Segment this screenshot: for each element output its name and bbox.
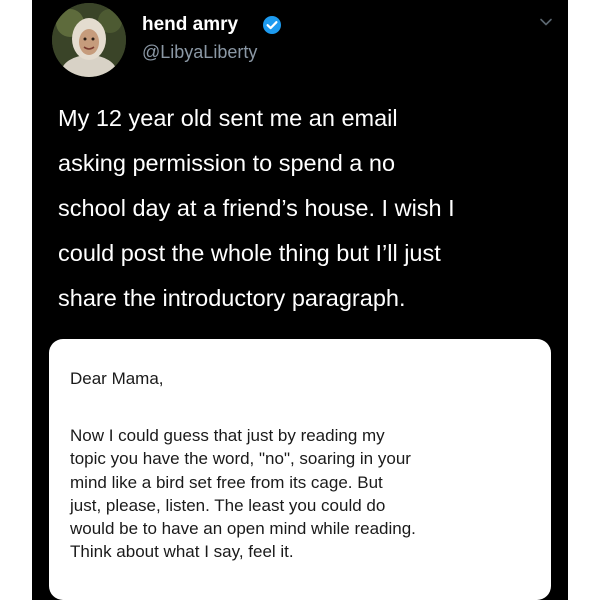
tweet-text-line: school day at a friend’s house. I wish I [58,195,455,221]
email-body-line: Think about what I say, feel it. [70,542,294,562]
avatar[interactable] [52,3,126,77]
attached-email-image[interactable]: Dear Mama, Now I could guess that just b… [49,339,551,600]
verified-badge-icon [262,15,282,35]
email-greeting: Dear Mama, [70,369,164,388]
tweet-text: My 12 year old sent me an email asking p… [58,96,558,321]
tweet-text-line: share the introductory paragraph. [58,285,406,311]
tweet-text-line: My 12 year old sent me an email [58,105,398,131]
email-body-line: just, please, listen. The least you coul… [70,495,386,515]
chevron-down-icon[interactable] [538,14,554,30]
email-body-line: topic you have the word, "no", soaring i… [70,449,411,469]
tweet-text-line: asking permission to spend a no [58,150,396,176]
email-body: Now I could guess that just by reading m… [70,424,540,564]
tweet-text-line: could post the whole thing but I’ll just [58,240,441,266]
tweet-card: hend amry @LibyaLiberty My 12 year old s… [32,0,568,600]
email-body-line: would be to have an open mind while read… [70,519,416,539]
author-display-name[interactable]: hend amry [142,14,238,36]
email-body-line: mind like a bird set free from its cage.… [70,472,383,492]
email-body-line: Now I could guess that just by reading m… [70,426,385,445]
author-handle[interactable]: @LibyaLiberty [142,42,257,63]
